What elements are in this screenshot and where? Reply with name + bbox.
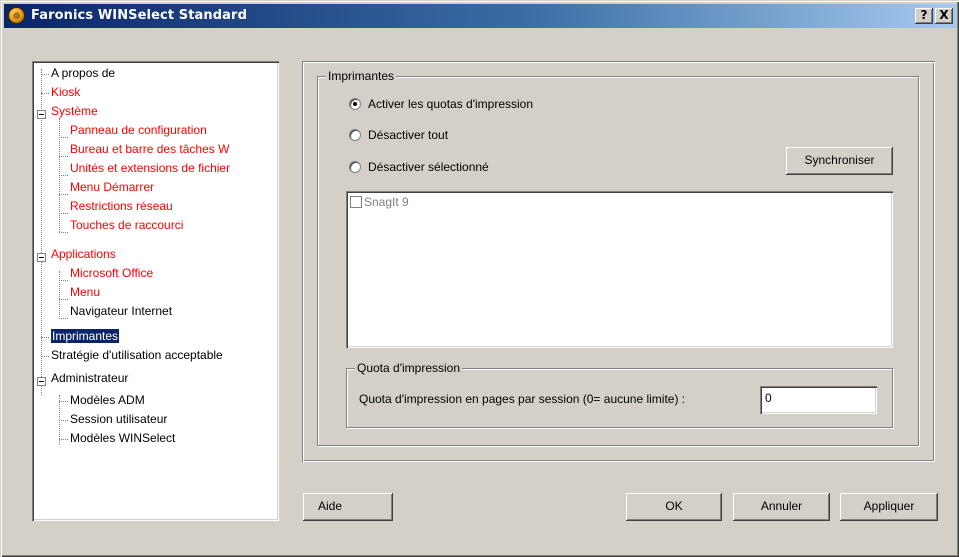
tree-item-modeles-winselect[interactable]: Modèles WINSelect	[70, 429, 175, 448]
tree-item-strategie-utilisation[interactable]: Stratégie d'utilisation acceptable	[51, 346, 223, 365]
tree-item-kiosk[interactable]: Kiosk	[51, 83, 80, 102]
tree-item-unites-extensions[interactable]: Unités et extensions de fichier	[70, 159, 230, 178]
radio-indicator	[349, 161, 361, 173]
tree-connector	[59, 420, 68, 421]
tree-connector	[59, 401, 68, 402]
tree-item-bureau-barre-taches[interactable]: Bureau et barre des tâches W	[70, 140, 229, 159]
radio-indicator	[349, 98, 361, 110]
tree-item-label: Navigateur Internet	[70, 304, 173, 318]
tree-item-label: Applications	[51, 247, 116, 261]
tree-item-label: Panneau de configuration	[70, 123, 207, 137]
quota-input[interactable]: 0	[760, 386, 877, 414]
apply-button[interactable]: Appliquer	[840, 493, 938, 521]
title-bar[interactable]: Faronics WINSelect Standard ? X	[4, 4, 957, 28]
synchronize-button[interactable]: Synchroniser	[786, 147, 893, 175]
tree-item-label: Menu Démarrer	[70, 180, 155, 194]
tree-item-label: Système	[51, 104, 98, 118]
tree-item-label: Administrateur	[51, 371, 129, 385]
tree-item-restrictions-reseau[interactable]: Restrictions réseau	[70, 197, 173, 216]
tree-item-touches-raccourci[interactable]: Touches de raccourci	[70, 216, 183, 235]
tree-item-a-propos[interactable]: A propos de	[51, 64, 115, 83]
tree-item-label: Modèles ADM	[70, 393, 145, 407]
tree-connector	[41, 337, 49, 338]
radio-label: Activer les quotas d'impression	[368, 97, 534, 111]
tree-item-menu[interactable]: Menu	[70, 283, 100, 302]
help-footer-button[interactable]: Aide	[303, 493, 393, 521]
tree-connector	[59, 318, 68, 319]
tree-item-administrateur[interactable]: Administrateur	[51, 369, 128, 388]
tree-item-label: Microsoft Office	[70, 266, 154, 280]
tree-item-menu-demarrer[interactable]: Menu Démarrer	[70, 178, 154, 197]
app-icon	[8, 7, 25, 24]
tree-connector	[59, 156, 68, 157]
tree-item-label: Menu	[70, 285, 101, 299]
radio-label: Désactiver sélectionné	[368, 160, 489, 174]
window-title: Faronics WINSelect Standard	[31, 8, 247, 23]
ok-button[interactable]: OK	[626, 493, 722, 521]
tree-item-imprimantes[interactable]: Imprimantes	[49, 327, 121, 346]
tree-connector	[59, 213, 68, 214]
dialog-window: Faronics WINSelect Standard ? X A propos…	[0, 0, 959, 557]
tree-item-label: Unités et extensions de fichier	[70, 161, 231, 175]
printers-group-label: Imprimantes	[326, 69, 397, 83]
tree-item-label: Bureau et barre des tâches W	[70, 142, 230, 156]
quota-group-label: Quota d'impression	[355, 361, 463, 375]
tree-item-session-utilisateur[interactable]: Session utilisateur	[70, 410, 167, 429]
tree-item-label: Restrictions réseau	[70, 199, 173, 213]
tree-item-label: Imprimantes	[49, 328, 121, 344]
tree-connector	[59, 439, 68, 440]
collapse-icon[interactable]	[37, 377, 46, 386]
tree-item-label: Kiosk	[51, 85, 81, 99]
collapse-icon[interactable]	[37, 110, 46, 119]
tree-connector	[59, 137, 68, 138]
tree-connector	[59, 232, 68, 233]
quota-label: Quota d'impression en pages par session …	[359, 392, 686, 406]
tree-item-label: Stratégie d'utilisation acceptable	[51, 348, 223, 362]
tree-connector	[59, 299, 68, 300]
tree-connector	[41, 74, 49, 75]
tree-connector	[41, 356, 49, 357]
tree-item-systeme[interactable]: Système	[51, 102, 98, 121]
radio-indicator	[349, 129, 361, 141]
tree-item-modeles-adm[interactable]: Modèles ADM	[70, 391, 145, 410]
tree-item-panneau-configuration[interactable]: Panneau de configuration	[70, 121, 207, 140]
tree-item-microsoft-office[interactable]: Microsoft Office	[70, 264, 153, 283]
tree-connector	[59, 271, 60, 319]
tree-connector	[59, 175, 68, 176]
checkbox[interactable]	[350, 196, 362, 208]
printer-list[interactable]: SnagIt 9	[346, 191, 893, 348]
navigation-tree[interactable]: A propos de Kiosk Système Panneau de con…	[32, 61, 279, 521]
collapse-icon[interactable]	[37, 253, 46, 262]
radio-label: Désactiver tout	[368, 128, 449, 142]
close-button[interactable]: X	[935, 8, 953, 24]
tree-item-label: Touches de raccourci	[70, 218, 184, 232]
tree-connector	[59, 194, 68, 195]
printer-name: SnagIt 9	[364, 195, 409, 209]
tree-connector	[41, 93, 49, 94]
cancel-button[interactable]: Annuler	[733, 493, 830, 521]
tree-item-label: Modèles WINSelect	[70, 431, 176, 445]
tree-connector	[59, 280, 68, 281]
tree-item-label: A propos de	[51, 66, 116, 80]
tree-item-applications[interactable]: Applications	[51, 245, 116, 264]
tree-item-navigateur-internet[interactable]: Navigateur Internet	[70, 302, 172, 321]
help-button[interactable]: ?	[915, 8, 933, 24]
tree-item-label: Session utilisateur	[70, 412, 168, 426]
